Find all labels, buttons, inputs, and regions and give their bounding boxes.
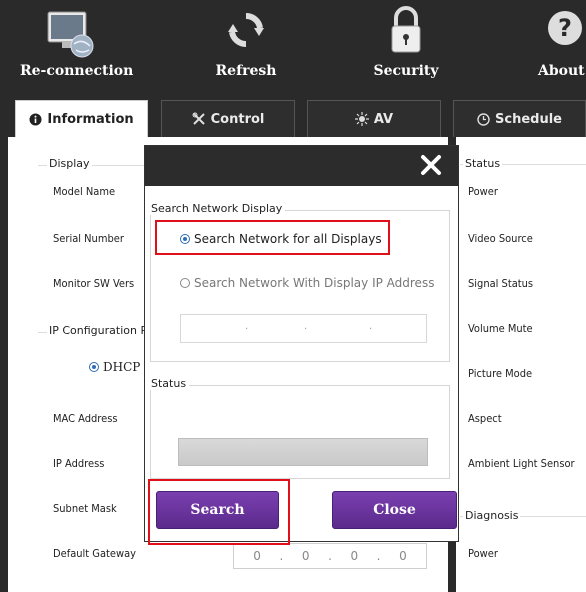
signal-status-label: Signal Status xyxy=(468,277,534,290)
top-toolbar: Re-connection Refresh Security ? About xyxy=(0,0,586,90)
radio-search-ip-label: Search Network With Display IP Address xyxy=(194,276,435,290)
tab-schedule-label: Schedule xyxy=(495,111,562,127)
help-icon: ? xyxy=(545,8,585,52)
security-label: Security xyxy=(373,63,439,79)
display-ip-field[interactable]: . . . xyxy=(180,314,427,343)
close-icon[interactable] xyxy=(418,152,444,178)
ip-sep-2: . xyxy=(304,321,308,332)
lock-icon xyxy=(386,4,426,60)
security-button[interactable]: Security xyxy=(356,0,456,89)
gw-sep-3: . xyxy=(376,549,381,563)
ip-config-title: IP Configuration R xyxy=(47,324,151,337)
radio-search-ip-dot xyxy=(180,278,190,288)
picture-mode-label: Picture Mode xyxy=(468,367,533,380)
tab-bar: Information Control AV Schedule xyxy=(0,89,586,138)
diagnosis-power-label: Power xyxy=(468,547,498,560)
tab-information-label: Information xyxy=(47,112,134,127)
monitor-globe-icon xyxy=(44,8,96,64)
tools-icon xyxy=(192,112,206,126)
gw-octet-3: 0 xyxy=(350,549,359,563)
default-gateway-label: Default Gateway xyxy=(53,547,137,560)
gw-sep-2: . xyxy=(328,549,332,563)
search-group-title: Search Network Display xyxy=(148,202,286,215)
tab-av-label: AV xyxy=(373,111,394,127)
refresh-label: Refresh xyxy=(215,63,277,79)
status-group-title: Status xyxy=(463,157,503,170)
clock-icon xyxy=(477,112,490,126)
ip-sep-1: . xyxy=(245,321,249,332)
tab-information[interactable]: Information xyxy=(15,100,148,138)
info-icon xyxy=(29,113,42,126)
search-progress-bar xyxy=(178,438,428,466)
sun-icon xyxy=(354,112,369,126)
highlight-search-all-option xyxy=(155,220,390,255)
gw-octet-4: 0 xyxy=(399,549,407,563)
refresh-button[interactable]: Refresh xyxy=(196,0,296,89)
tab-av[interactable]: AV xyxy=(307,100,441,137)
gw-octet-2: 0 xyxy=(301,549,310,563)
tab-control[interactable]: Control xyxy=(161,100,295,137)
monitor-sw-label: Monitor SW Vers xyxy=(53,277,135,290)
dhcp-radio-dot xyxy=(89,362,99,372)
default-gateway-field[interactable]: 0 . 0 . 0 . 0 xyxy=(233,543,427,569)
about-button[interactable]: ? About xyxy=(530,0,586,89)
mac-address-label: MAC Address xyxy=(53,412,118,425)
status-panel xyxy=(456,137,586,592)
dialog-status-title: Status xyxy=(148,377,190,390)
dhcp-radio[interactable]: DHCP xyxy=(89,360,140,374)
refresh-icon xyxy=(224,8,268,56)
tab-schedule[interactable]: Schedule xyxy=(453,100,586,137)
model-name-label: Model Name xyxy=(53,185,116,198)
about-label: About xyxy=(538,63,585,79)
dhcp-label: DHCP xyxy=(103,360,141,374)
volume-mute-label: Volume Mute xyxy=(468,322,533,335)
video-source-label: Video Source xyxy=(468,232,533,245)
reconnection-label: Re-connection xyxy=(20,63,134,79)
close-button[interactable]: Close xyxy=(332,491,457,529)
gw-octet-1: 0 xyxy=(253,549,261,563)
ip-address-label: IP Address xyxy=(53,457,105,470)
ambient-light-label: Ambient Light Sensor xyxy=(468,457,575,470)
aspect-label: Aspect xyxy=(468,412,502,425)
reconnection-button[interactable]: Re-connection xyxy=(20,0,134,89)
display-group-title: Display xyxy=(47,157,92,170)
gw-sep-1: . xyxy=(279,549,284,563)
dialog-header xyxy=(145,146,458,186)
power-label: Power xyxy=(468,185,498,198)
svg-text:?: ? xyxy=(558,14,572,42)
tab-control-label: Control xyxy=(210,111,265,127)
subnet-mask-label: Subnet Mask xyxy=(53,502,117,515)
highlight-search-button xyxy=(148,479,290,545)
serial-number-label: Serial Number xyxy=(53,232,124,245)
diagnosis-group-title: Diagnosis xyxy=(463,509,521,522)
radio-search-ip[interactable]: Search Network With Display IP Address xyxy=(180,276,434,290)
ip-sep-3: . xyxy=(369,321,373,332)
